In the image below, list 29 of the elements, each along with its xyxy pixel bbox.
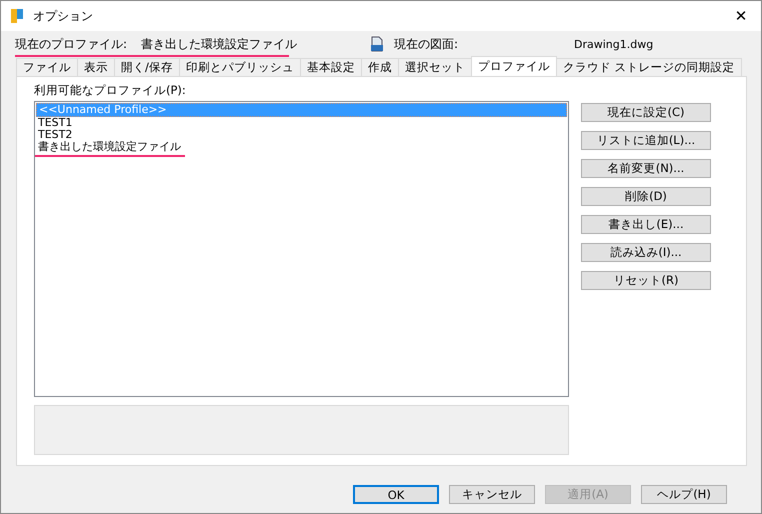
profile-action-button[interactable]: リセット(R) [581, 271, 711, 290]
profile-item[interactable]: TEST1 [36, 117, 567, 129]
window-title: オプション [33, 8, 94, 24]
tab[interactable]: クラウド ストレージの同期設定 [556, 58, 742, 76]
current-profile-label: 現在のプロファイル: [15, 36, 128, 52]
current-profile-value: 書き出した環境設定ファイル [141, 36, 298, 52]
tab[interactable]: プロファイル [470, 56, 557, 76]
current-drawing-value: Drawing1.dwg [574, 38, 654, 50]
dialog-button[interactable]: ヘルプ(H) [641, 485, 727, 504]
tab[interactable]: 開く/保存 [114, 58, 180, 76]
profile-item[interactable]: TEST2 [36, 129, 567, 141]
tab[interactable]: 基本設定 [300, 58, 362, 76]
profile-action-button[interactable]: 書き出し(E)... [581, 215, 711, 234]
current-drawing-label: 現在の図面: [394, 36, 460, 52]
profiles-label: 利用可能なプロファイル(P): [34, 83, 187, 99]
tab[interactable]: ファイル [16, 58, 78, 76]
profile-item[interactable]: 書き出した環境設定ファイル [36, 141, 567, 153]
profile-action-button[interactable]: リストに追加(L)... [581, 131, 711, 150]
profile-action-button[interactable]: 現在に設定(C) [581, 103, 711, 122]
profile-action-button[interactable]: 読み込み(I)... [581, 243, 711, 262]
close-button[interactable]: ✕ [721, 1, 761, 31]
profile-action-button[interactable]: 削除(D) [581, 187, 711, 206]
dialog-button[interactable]: キャンセル [449, 485, 535, 504]
tab[interactable]: 印刷とパブリッシュ [178, 58, 301, 76]
tab[interactable]: 選択セット [398, 58, 472, 76]
drawing-file-icon [370, 36, 384, 52]
app-icon [10, 8, 24, 24]
dialog-button[interactable]: OK [353, 485, 439, 504]
profile-action-button[interactable]: 名前変更(N)... [581, 159, 711, 178]
